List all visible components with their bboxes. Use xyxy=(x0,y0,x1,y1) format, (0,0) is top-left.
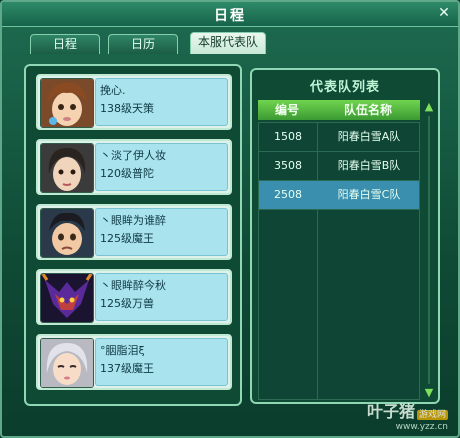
window-title: 日程 xyxy=(214,8,246,24)
team-name: 阳春白雪A队 xyxy=(337,130,401,143)
watermark-brand: 叶子猪 xyxy=(366,402,415,421)
member-name: 丶眼眸醉今秋 xyxy=(100,279,166,292)
table-row[interactable]: 2508 阳春白雪C队 xyxy=(259,181,419,210)
team-list-header: 编号 队伍名称 xyxy=(258,100,420,120)
watermark-tag: 游戏网 xyxy=(416,410,448,420)
column-name-header[interactable]: 队伍名称 xyxy=(318,100,418,120)
member-level: 125级魔王 xyxy=(100,232,154,245)
watermark-url: www.yzz.cn xyxy=(395,422,448,432)
team-id: 2508 xyxy=(274,188,302,201)
close-icon[interactable]: ✕ xyxy=(436,5,452,21)
table-row[interactable]: 3508 阳春白雪B队 xyxy=(259,152,419,181)
avatar xyxy=(40,273,94,323)
member-level: 138级天策 xyxy=(100,102,154,115)
member-level: 125级万兽 xyxy=(100,297,154,310)
member-name: °胭脂泪ξ xyxy=(100,344,145,357)
scroll-track[interactable] xyxy=(428,116,430,384)
member-info: 丶淡了伊人妆 120级普陀 xyxy=(95,143,228,191)
member-level: 120级普陀 xyxy=(100,167,154,180)
member-info: 挽心. 138级天策 xyxy=(95,78,228,126)
table-row[interactable]: 1508 阳春白雪A队 xyxy=(259,123,419,152)
column-id-header[interactable]: 编号 xyxy=(258,100,316,120)
team-name: 阳春白雪C队 xyxy=(337,188,401,201)
scroll-up-icon[interactable]: ▲ xyxy=(422,100,436,114)
schedule-window: 日程 ✕ 日程 日历 本服代表队 挽心. 138级天策 丶淡了伊人妆 120级普… xyxy=(0,0,460,438)
member-name: 丶眼眸为谁醉 xyxy=(100,214,166,227)
member-info: 丶眼眸为谁醉 125级魔王 xyxy=(95,208,228,256)
member-name: 丶淡了伊人妆 xyxy=(100,149,166,162)
avatar xyxy=(40,208,94,258)
member-card[interactable]: 丶眼眸为谁醉 125级魔王 xyxy=(36,204,232,260)
team-list-panel: 代表队列表 编号 队伍名称 1508 阳春白雪A队 3508 阳春白雪B队 25… xyxy=(250,68,440,404)
avatar xyxy=(40,78,94,128)
team-list-title: 代表队列表 xyxy=(309,80,380,95)
avatar xyxy=(40,338,94,388)
team-id: 1508 xyxy=(274,130,302,143)
watermark: 叶子猪 游戏网 www.yzz.cn xyxy=(367,398,448,432)
member-card[interactable]: 丶淡了伊人妆 120级普陀 xyxy=(36,139,232,195)
team-name: 阳春白雪B队 xyxy=(337,159,401,172)
member-card[interactable]: °胭脂泪ξ 137级魔王 xyxy=(36,334,232,390)
member-name: 挽心. xyxy=(100,84,126,97)
team-list: 1508 阳春白雪A队 3508 阳春白雪B队 2508 阳春白雪C队 xyxy=(258,122,420,400)
member-level: 137级魔王 xyxy=(100,362,154,375)
member-panel: 挽心. 138级天策 丶淡了伊人妆 120级普陀 丶眼眸为谁醉 125级魔王 丶… xyxy=(24,64,242,406)
tab-schedule[interactable]: 日程 xyxy=(30,34,100,54)
avatar xyxy=(40,143,94,193)
tab-calendar[interactable]: 日历 xyxy=(108,34,178,54)
team-id: 3508 xyxy=(274,159,302,172)
title-bar: 日程 ✕ xyxy=(2,2,458,27)
member-info: °胭脂泪ξ 137级魔王 xyxy=(95,338,228,386)
tab-server-team[interactable]: 本服代表队 xyxy=(190,32,266,54)
member-card[interactable]: 挽心. 138级天策 xyxy=(36,74,232,130)
scrollbar[interactable]: ▲ ▼ xyxy=(422,100,436,400)
member-info: 丶眼眸醉今秋 125级万兽 xyxy=(95,273,228,321)
member-card[interactable]: 丶眼眸醉今秋 125级万兽 xyxy=(36,269,232,325)
